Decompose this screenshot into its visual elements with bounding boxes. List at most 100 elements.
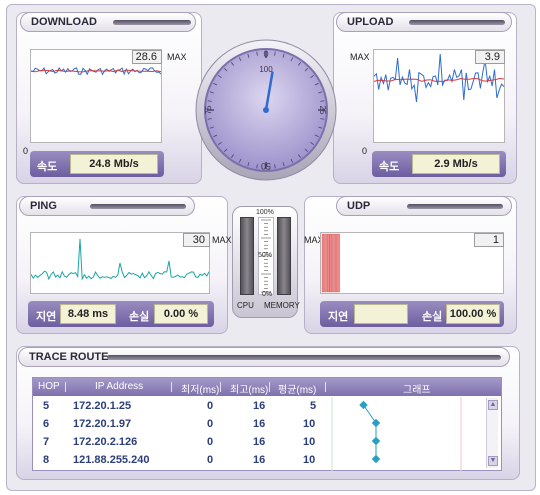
gauge-tick-50: 50	[261, 161, 271, 171]
upload-tab: UPLOAD	[336, 12, 512, 32]
download-tab-rail	[113, 20, 191, 25]
gauge-tick-75: 75	[204, 105, 213, 114]
ping-max-value: 30	[183, 233, 210, 247]
row-min: 0	[207, 454, 214, 466]
row-hop: 6	[43, 418, 50, 430]
udp-latency-label: 지연	[328, 311, 349, 323]
trace-route-graph-marks	[359, 400, 381, 464]
row-max: 16	[253, 400, 266, 412]
memory-label: MEMORY	[264, 301, 300, 310]
udp-loss-bar	[326, 233, 330, 293]
row-max: 16	[253, 418, 266, 430]
col-ip-address: IP Address	[95, 381, 144, 392]
trace-route-point	[371, 454, 381, 464]
col-separator	[171, 382, 172, 392]
download-title: DOWNLOAD	[31, 16, 97, 28]
col-avg: 평균(ms)	[278, 385, 317, 396]
download-tab: DOWNLOAD	[20, 12, 196, 32]
udp-loss-bar	[321, 233, 325, 293]
udp-loss-bars	[321, 233, 340, 293]
upload-zero-label: 0	[362, 146, 368, 156]
row-min: 0	[207, 418, 214, 430]
trace-route-tab-rail	[107, 355, 501, 360]
row-avg: 5	[310, 400, 317, 412]
row-max: 16	[253, 454, 266, 466]
download-speed-value: 24.8 Mb/s	[70, 154, 158, 174]
upload-title: UPLOAD	[347, 16, 394, 28]
trace-route-graph	[331, 397, 462, 471]
col-graph: 그래프	[403, 385, 431, 396]
udp-loss-bar	[329, 233, 333, 293]
download-zero-label: 0	[23, 146, 29, 156]
meter-scale-0: 0%	[262, 291, 273, 298]
row-ip: 172.20.1.97	[73, 418, 132, 430]
scroll-down-icon[interactable]: ▼	[488, 456, 498, 466]
row-hop: 8	[43, 454, 50, 466]
row-min: 0	[207, 400, 214, 412]
udp-loss-bar	[334, 233, 338, 293]
download-speed-label: 속도	[37, 161, 58, 173]
scroll-up-icon[interactable]: ▲	[488, 400, 498, 410]
udp-loss-value: 100.00 %	[446, 304, 500, 324]
gauge-hub	[263, 107, 269, 113]
row-ip: 121.88.255.240	[73, 454, 150, 466]
col-separator	[220, 382, 221, 392]
col-hop: HOP	[38, 381, 60, 392]
ping-tab-rail	[90, 204, 186, 209]
row-ip: 172.20.2.126	[73, 436, 138, 448]
ping-tab: PING	[19, 196, 195, 216]
ping-loss-value: 0.00 %	[154, 304, 208, 324]
udp-loss-bar	[332, 233, 335, 293]
cpu-meter-bar	[240, 217, 254, 295]
col-max: 최고(ms)	[230, 385, 269, 396]
gauge-tick-0: 0	[263, 49, 268, 59]
row-max: 16	[253, 436, 266, 448]
upload-speed-label: 속도	[379, 161, 400, 173]
row-hop: 7	[43, 436, 50, 448]
udp-tab-rail	[407, 204, 503, 209]
row-avg: 10	[303, 436, 316, 448]
udp-title: UDP	[347, 200, 371, 212]
trace-route-point	[359, 400, 368, 410]
udp-max-value: 1	[474, 233, 504, 247]
udp-latency-value	[354, 304, 408, 324]
trace-route-table: HOP IP Address 최저(ms) 최고(ms) 평균(ms) 그래프 …	[32, 377, 502, 471]
ping-max-label: MAX	[212, 235, 232, 245]
upload-average-series	[373, 77, 505, 83]
trace-route-point	[371, 436, 381, 446]
download-max-value: 28.6	[132, 50, 162, 64]
download-max-label: MAX	[167, 52, 187, 62]
col-min: 최저(ms)	[181, 385, 220, 396]
upload-max-value: 3.9	[475, 50, 505, 64]
udp-loss-bar	[337, 233, 340, 293]
row-ip: 172.20.1.25	[73, 400, 132, 412]
row-hop: 5	[43, 400, 50, 412]
meter-scale-50: 50%	[258, 252, 273, 259]
ping-latency-label: 지연	[36, 311, 57, 323]
meter-scale-100: 100%	[256, 209, 274, 216]
ping-latency-value: 8.48 ms	[60, 304, 116, 324]
upload-speed-value: 2.9 Mb/s	[412, 154, 500, 174]
ping-title: PING	[30, 200, 57, 212]
row-avg: 10	[303, 454, 316, 466]
udp-tab: UDP	[336, 196, 512, 216]
gauge: 0 100 25 50 75	[194, 38, 338, 182]
col-separator	[325, 382, 326, 392]
upload-tab-rail	[409, 20, 505, 25]
trace-route-avg-line	[363, 404, 377, 459]
trace-route-point	[371, 418, 381, 428]
row-avg: 10	[303, 418, 316, 430]
cpu-label: CPU	[237, 301, 254, 310]
memory-meter-bar	[277, 217, 291, 295]
gauge-dial: 0 100 25 50 75	[195, 39, 337, 181]
gauge-tick-25: 25	[318, 106, 327, 115]
trace-route-title: TRACE ROUTE	[29, 351, 109, 363]
ping-loss-label: 손실	[129, 311, 150, 323]
gauge-tick-100: 100	[259, 65, 273, 74]
trace-route-header: HOP IP Address 최저(ms) 최고(ms) 평균(ms) 그래프	[33, 378, 501, 396]
udp-loss-label: 손실	[422, 311, 443, 323]
col-separator	[269, 382, 270, 392]
row-min: 0	[207, 436, 214, 448]
resource-meter: 100% 50% 0% CPU MEMORY	[232, 206, 300, 318]
trace-route-scrollbar[interactable]: ▲ ▼	[486, 398, 498, 468]
